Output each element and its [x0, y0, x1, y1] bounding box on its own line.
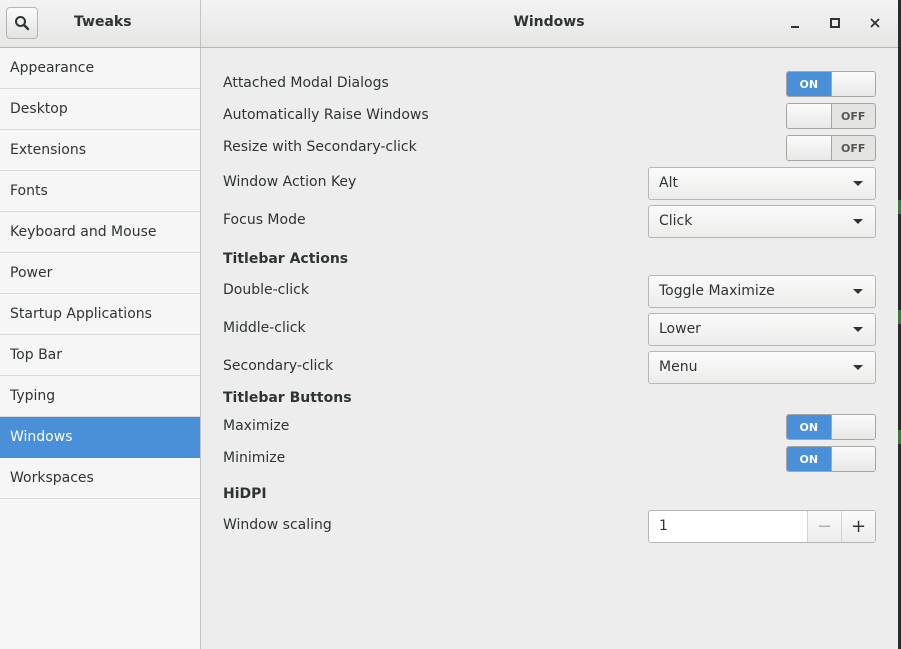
hidpi-heading: HiDPI — [223, 486, 267, 502]
sidebar-item-startup-applications[interactable]: Startup Applications — [0, 294, 200, 335]
secondary-click-value: Menu — [659, 359, 698, 375]
minimize-label: Minimize — [223, 450, 286, 466]
sidebar-item-extensions[interactable]: Extensions — [0, 130, 200, 171]
sidebar-item-top-bar[interactable]: Top Bar — [0, 335, 200, 376]
minimize-icon — [791, 26, 799, 28]
action-key-value: Alt — [659, 175, 678, 191]
auto-raise-switch[interactable]: OFF — [786, 103, 876, 129]
switch-off-label: OFF — [841, 141, 866, 155]
minimize-switch[interactable]: ON — [786, 446, 876, 472]
header-left-pane: Tweaks — [0, 0, 201, 47]
titlebar-buttons-heading: Titlebar Buttons — [223, 390, 352, 406]
action-key-dropdown[interactable]: Alt — [648, 167, 876, 200]
window-scaling-spinbutton: 1 − + — [648, 510, 876, 543]
sidebar-item-typing[interactable]: Typing — [0, 376, 200, 417]
app-title: Tweaks — [74, 14, 132, 30]
chevron-down-icon — [853, 289, 863, 294]
switch-on-label: ON — [787, 447, 831, 471]
close-icon — [870, 18, 880, 28]
decrement-button[interactable]: − — [807, 511, 841, 542]
maximize-switch[interactable]: ON — [786, 414, 876, 440]
attached-modal-switch[interactable]: ON — [786, 71, 876, 97]
switch-knob — [830, 72, 875, 96]
auto-raise-label: Automatically Raise Windows — [223, 107, 429, 123]
double-click-label: Double-click — [223, 282, 309, 298]
middle-click-dropdown[interactable]: Lower — [648, 313, 876, 346]
attached-modal-label: Attached Modal Dialogs — [223, 75, 389, 91]
window-scaling-label: Window scaling — [223, 517, 332, 533]
resize-secondary-switch[interactable]: OFF — [786, 135, 876, 161]
maximize-button[interactable] — [825, 13, 845, 33]
maximize-label: Maximize — [223, 418, 290, 434]
chevron-down-icon — [853, 365, 863, 370]
double-click-value: Toggle Maximize — [659, 283, 775, 299]
switch-knob — [830, 415, 875, 439]
increment-button[interactable]: + — [841, 511, 875, 542]
chevron-down-icon — [853, 219, 863, 224]
switch-knob — [830, 447, 875, 471]
sidebar-item-keyboard-and-mouse[interactable]: Keyboard and Mouse — [0, 212, 200, 253]
secondary-click-label: Secondary-click — [223, 358, 334, 374]
middle-click-value: Lower — [659, 321, 701, 337]
middle-click-label: Middle-click — [223, 320, 306, 336]
search-button[interactable] — [6, 7, 38, 39]
focus-mode-label: Focus Mode — [223, 212, 306, 228]
header-bar: Tweaks Windows — [0, 0, 898, 48]
focus-mode-value: Click — [659, 213, 693, 229]
chevron-down-icon — [853, 327, 863, 332]
sidebar-item-windows[interactable]: Windows — [0, 417, 200, 458]
sidebar: Appearance Desktop Extensions Fonts Keyb… — [0, 48, 201, 649]
search-icon — [15, 16, 30, 31]
switch-off-label: OFF — [841, 109, 866, 123]
close-button[interactable] — [865, 13, 885, 33]
focus-mode-dropdown[interactable]: Click — [648, 205, 876, 238]
resize-secondary-label: Resize with Secondary-click — [223, 139, 417, 155]
secondary-click-dropdown[interactable]: Menu — [648, 351, 876, 384]
sidebar-item-power[interactable]: Power — [0, 253, 200, 294]
sidebar-item-fonts[interactable]: Fonts — [0, 171, 200, 212]
maximize-icon — [830, 18, 840, 28]
minimize-button[interactable] — [785, 13, 805, 33]
double-click-dropdown[interactable]: Toggle Maximize — [648, 275, 876, 308]
action-key-label: Window Action Key — [223, 174, 357, 190]
switch-on-label: ON — [787, 72, 831, 96]
window-scaling-input[interactable]: 1 — [649, 511, 807, 542]
sidebar-item-workspaces[interactable]: Workspaces — [0, 458, 200, 499]
chevron-down-icon — [853, 181, 863, 186]
sidebar-item-appearance[interactable]: Appearance — [0, 48, 200, 89]
titlebar-actions-heading: Titlebar Actions — [223, 251, 349, 267]
sidebar-item-desktop[interactable]: Desktop — [0, 89, 200, 130]
switch-knob — [787, 104, 832, 128]
tweaks-window: Tweaks Windows Appearance Desktop Extens… — [0, 0, 899, 649]
switch-knob — [787, 136, 832, 160]
switch-on-label: ON — [787, 415, 831, 439]
